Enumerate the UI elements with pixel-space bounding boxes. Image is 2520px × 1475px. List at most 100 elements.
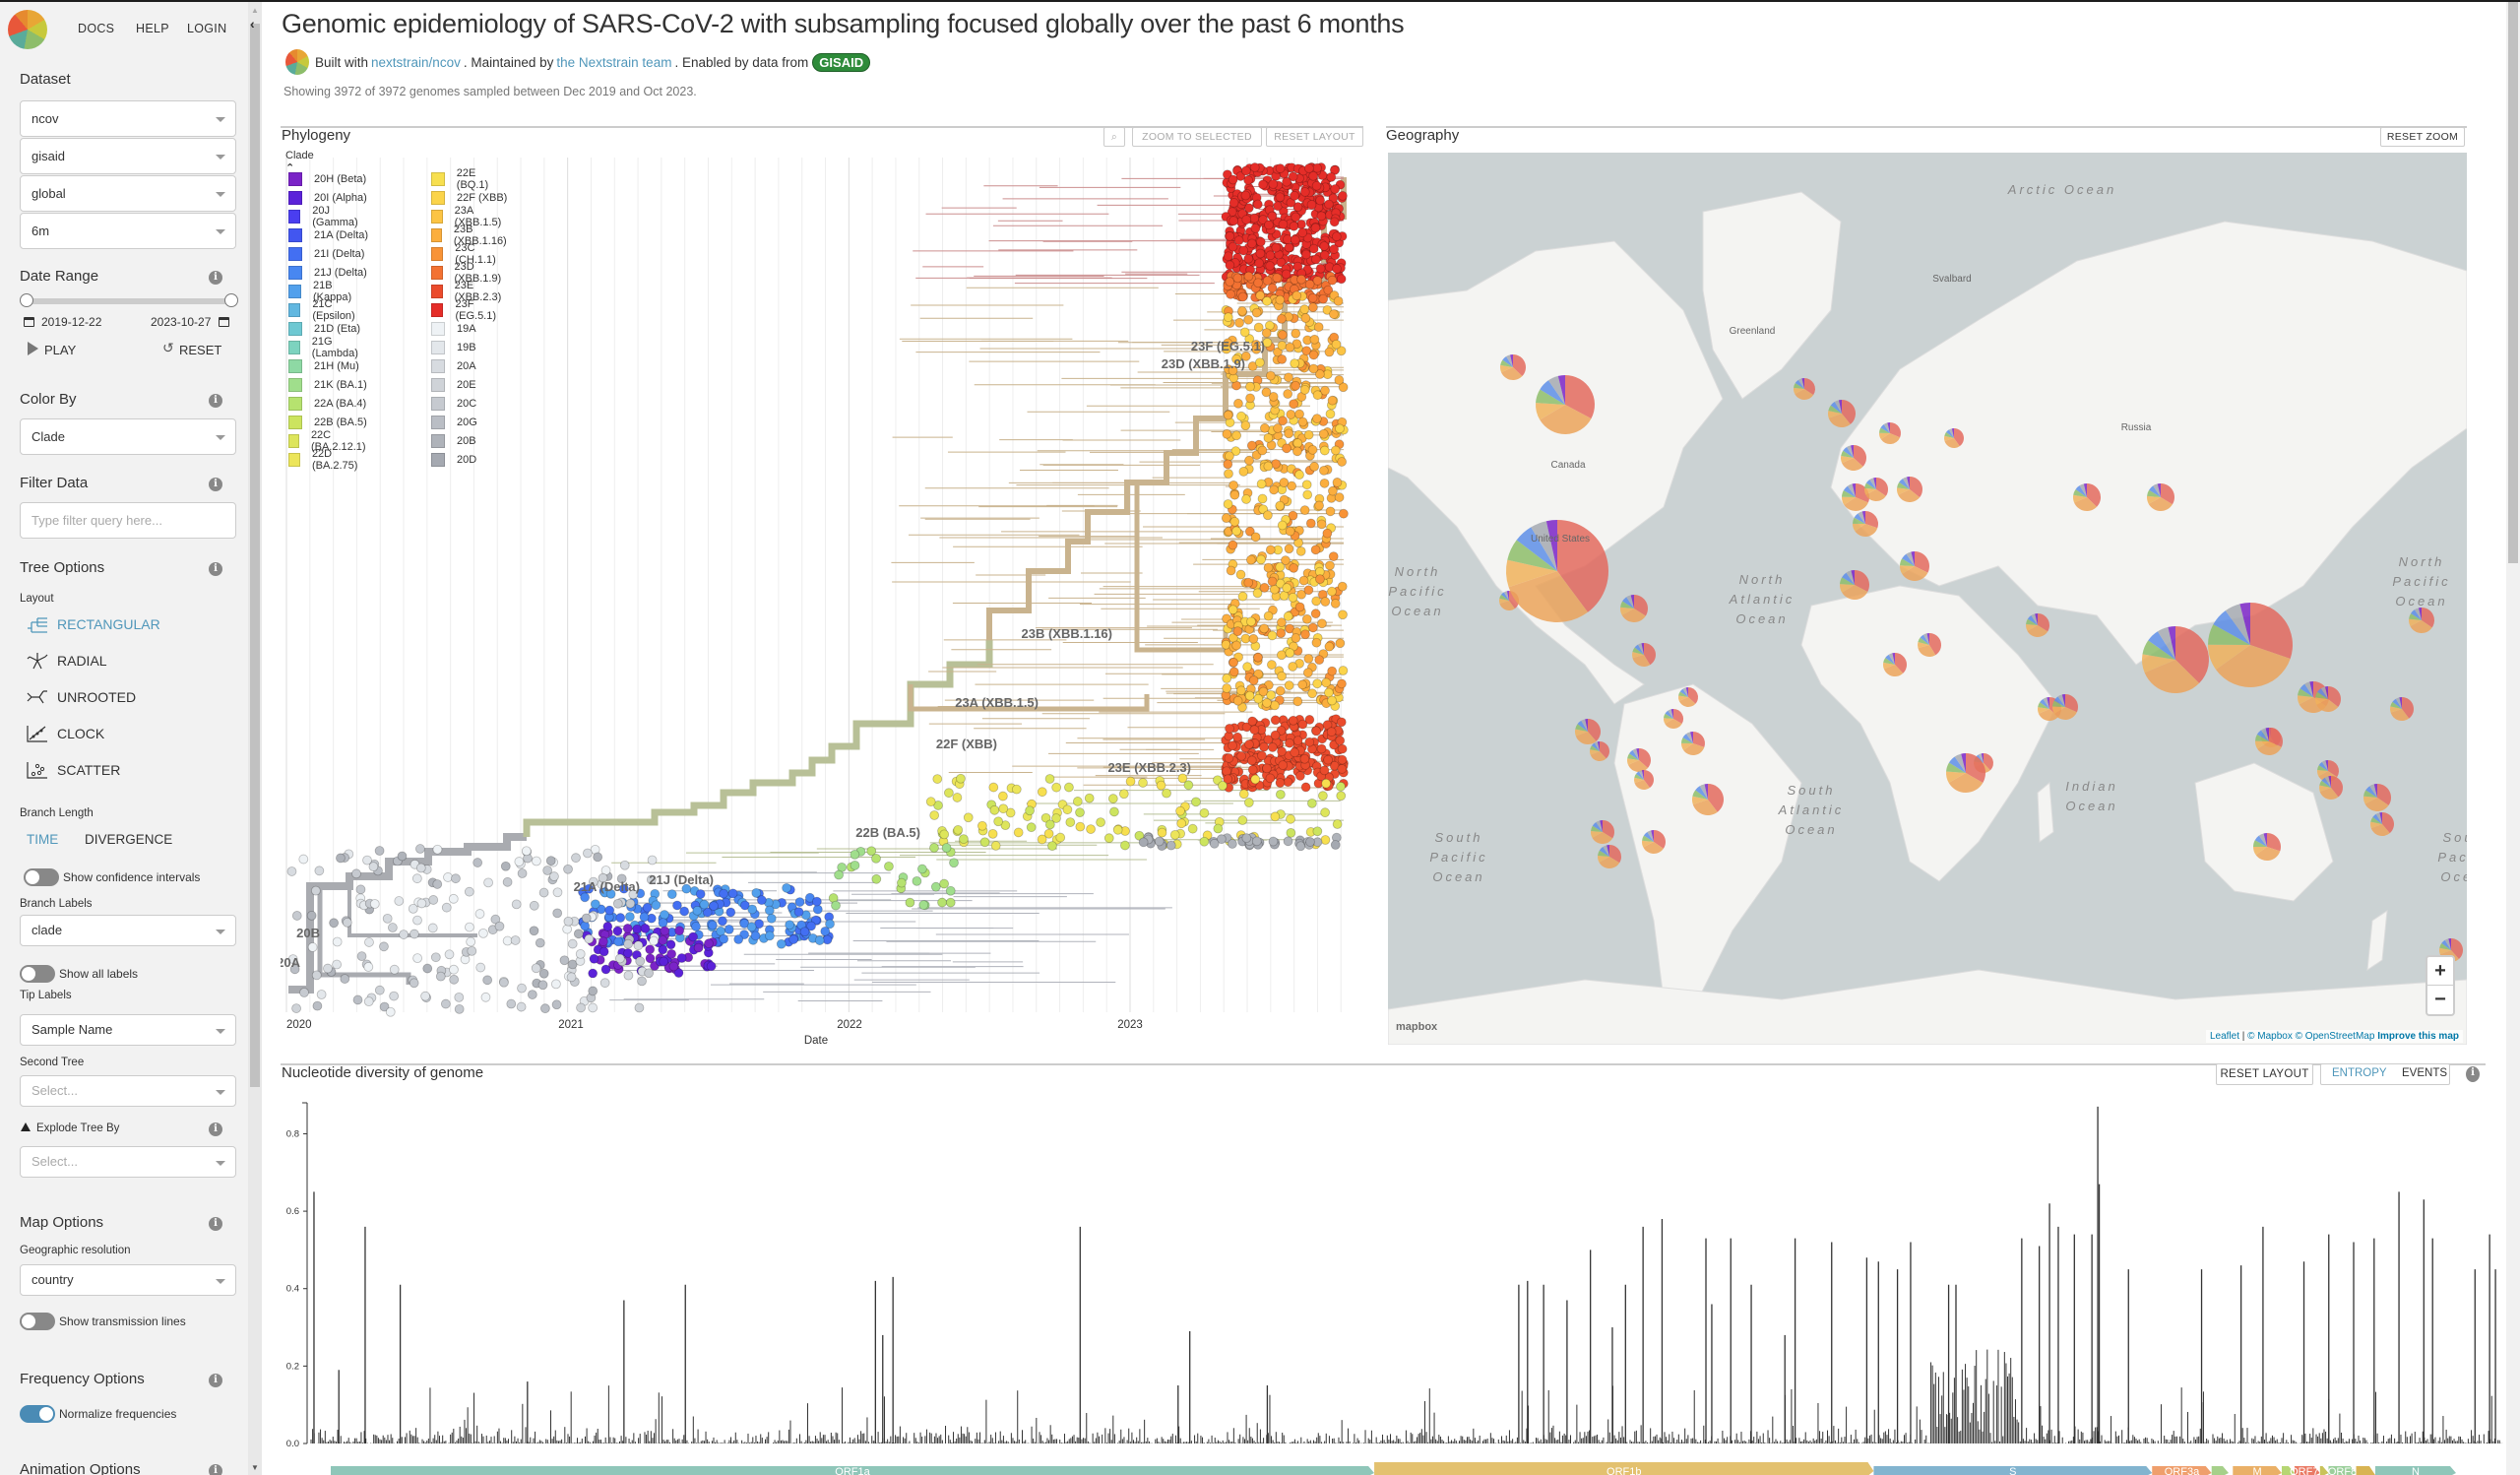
tree-tip[interactable] — [1326, 171, 1337, 182]
osm-link[interactable]: © OpenStreetMap — [2296, 1031, 2375, 1042]
tree-tip[interactable] — [1292, 446, 1302, 457]
tree-tip[interactable] — [314, 866, 325, 876]
tree-tip[interactable] — [1307, 622, 1318, 633]
tree-tip[interactable] — [454, 1003, 465, 1014]
tree-tip[interactable] — [945, 897, 956, 908]
tree-tip[interactable] — [387, 923, 398, 932]
tree-tip[interactable] — [1256, 479, 1267, 489]
tree-tip[interactable] — [1224, 469, 1233, 480]
tree-tip[interactable] — [1297, 679, 1308, 690]
tree-tip[interactable] — [766, 913, 777, 924]
tree-tip[interactable] — [1199, 836, 1210, 847]
tree-tip[interactable] — [1278, 416, 1288, 426]
tree-tip[interactable] — [666, 948, 677, 959]
tree-tip[interactable] — [1118, 789, 1129, 800]
tree-tip[interactable] — [588, 1002, 598, 1013]
tree-tip[interactable] — [414, 844, 425, 854]
tree-tip[interactable] — [1240, 190, 1251, 201]
tree-tip[interactable] — [811, 896, 822, 907]
tree-tip[interactable] — [952, 793, 963, 802]
legend-item[interactable]: 20H (Beta) — [288, 169, 369, 188]
tree-tip[interactable] — [1283, 389, 1293, 399]
tree-tip[interactable] — [1275, 163, 1286, 173]
tree-tip[interactable] — [580, 921, 591, 931]
tree-tip[interactable] — [1265, 250, 1276, 261]
dataset-select-2[interactable]: gisaid — [20, 138, 236, 174]
tree-tip[interactable] — [1275, 685, 1286, 696]
tree-tip[interactable] — [1317, 791, 1328, 802]
legend-item[interactable]: 20D — [431, 450, 510, 469]
tree-tip[interactable] — [1312, 162, 1322, 173]
tree-tip[interactable] — [1301, 249, 1311, 260]
tree-tip[interactable] — [645, 953, 656, 964]
tree-tip[interactable] — [1177, 773, 1188, 784]
tree-tip[interactable] — [719, 933, 729, 944]
tree-tip[interactable] — [1335, 423, 1345, 434]
tree-tip[interactable] — [451, 873, 461, 884]
tree-tip[interactable] — [1267, 576, 1278, 587]
tree-tip[interactable] — [1199, 807, 1210, 818]
country-pie[interactable] — [1944, 428, 1964, 448]
tree-tip[interactable] — [658, 935, 668, 945]
tree-tip[interactable] — [482, 975, 493, 986]
tree-tip[interactable] — [1324, 641, 1335, 652]
tree-tip[interactable] — [483, 877, 493, 888]
tree-tip[interactable] — [599, 978, 610, 989]
country-pie[interactable] — [1681, 732, 1705, 755]
tree-tip[interactable] — [1304, 279, 1315, 289]
tree-tip[interactable] — [368, 862, 379, 872]
slider-handle-end[interactable] — [224, 293, 238, 307]
tree-tip[interactable] — [499, 977, 509, 988]
legend-item[interactable]: 21I (Delta) — [288, 244, 369, 263]
tree-tip[interactable] — [291, 911, 302, 921]
tree-tip[interactable] — [1336, 717, 1347, 728]
tree-tip[interactable] — [1209, 838, 1220, 849]
tree-tip[interactable] — [1254, 258, 1265, 269]
tree-tip[interactable] — [659, 956, 669, 967]
country-pie[interactable] — [1864, 478, 1888, 501]
tree-tip[interactable] — [538, 887, 549, 898]
tree-tip[interactable] — [1064, 782, 1074, 793]
tree-tip[interactable] — [1277, 330, 1288, 341]
improve-map-link[interactable]: Improve this map — [2377, 1031, 2459, 1042]
tree-tip[interactable] — [584, 933, 595, 944]
tree-tip[interactable] — [1246, 554, 1256, 565]
tree-tip[interactable] — [432, 879, 443, 889]
leaflet-link[interactable]: Leaflet — [2210, 1031, 2239, 1042]
legend-item[interactable]: 22D (BA.2.75) — [288, 448, 369, 472]
nav-login[interactable]: LOGIN — [187, 22, 226, 35]
tree-tip[interactable] — [408, 903, 418, 914]
tree-tip[interactable] — [658, 918, 668, 929]
tree-tip[interactable] — [1329, 244, 1340, 254]
tree-tip[interactable] — [1162, 788, 1171, 799]
tree-tip[interactable] — [1222, 673, 1232, 683]
country-pie[interactable] — [1853, 511, 1878, 537]
tree-tip[interactable] — [602, 922, 613, 931]
tree-tip[interactable] — [1275, 561, 1286, 572]
tree-tip[interactable] — [1233, 235, 1244, 246]
tree-tip[interactable] — [1267, 283, 1278, 293]
normalize-frequencies-toggle[interactable] — [20, 1405, 55, 1423]
tree-tip[interactable] — [672, 900, 682, 911]
tree-tip[interactable] — [475, 962, 486, 973]
tree-tip[interactable] — [1291, 633, 1301, 643]
slider-handle-start[interactable] — [20, 293, 33, 307]
tree-tip[interactable] — [1327, 586, 1337, 597]
tree-tip[interactable] — [1330, 840, 1341, 850]
tree-tip[interactable] — [1232, 695, 1243, 706]
tree-tip[interactable] — [1310, 223, 1321, 233]
tree-tip[interactable] — [531, 963, 541, 974]
tree-tip[interactable] — [640, 924, 651, 933]
tree-tip[interactable] — [939, 829, 950, 840]
tree-tip[interactable] — [1335, 638, 1346, 649]
tree-tip[interactable] — [1055, 832, 1066, 843]
tree-tip[interactable] — [514, 857, 525, 866]
tree-tip[interactable] — [691, 922, 701, 931]
legend-item[interactable]: 20G — [431, 413, 510, 431]
tree-tip[interactable] — [1295, 545, 1306, 556]
tab-entropy[interactable]: ENTROPY — [2332, 1067, 2387, 1079]
tree-tip[interactable] — [1259, 582, 1270, 593]
tree-tip[interactable] — [1013, 827, 1024, 838]
tree-tip[interactable] — [1157, 827, 1167, 838]
tree-tip[interactable] — [351, 868, 361, 879]
